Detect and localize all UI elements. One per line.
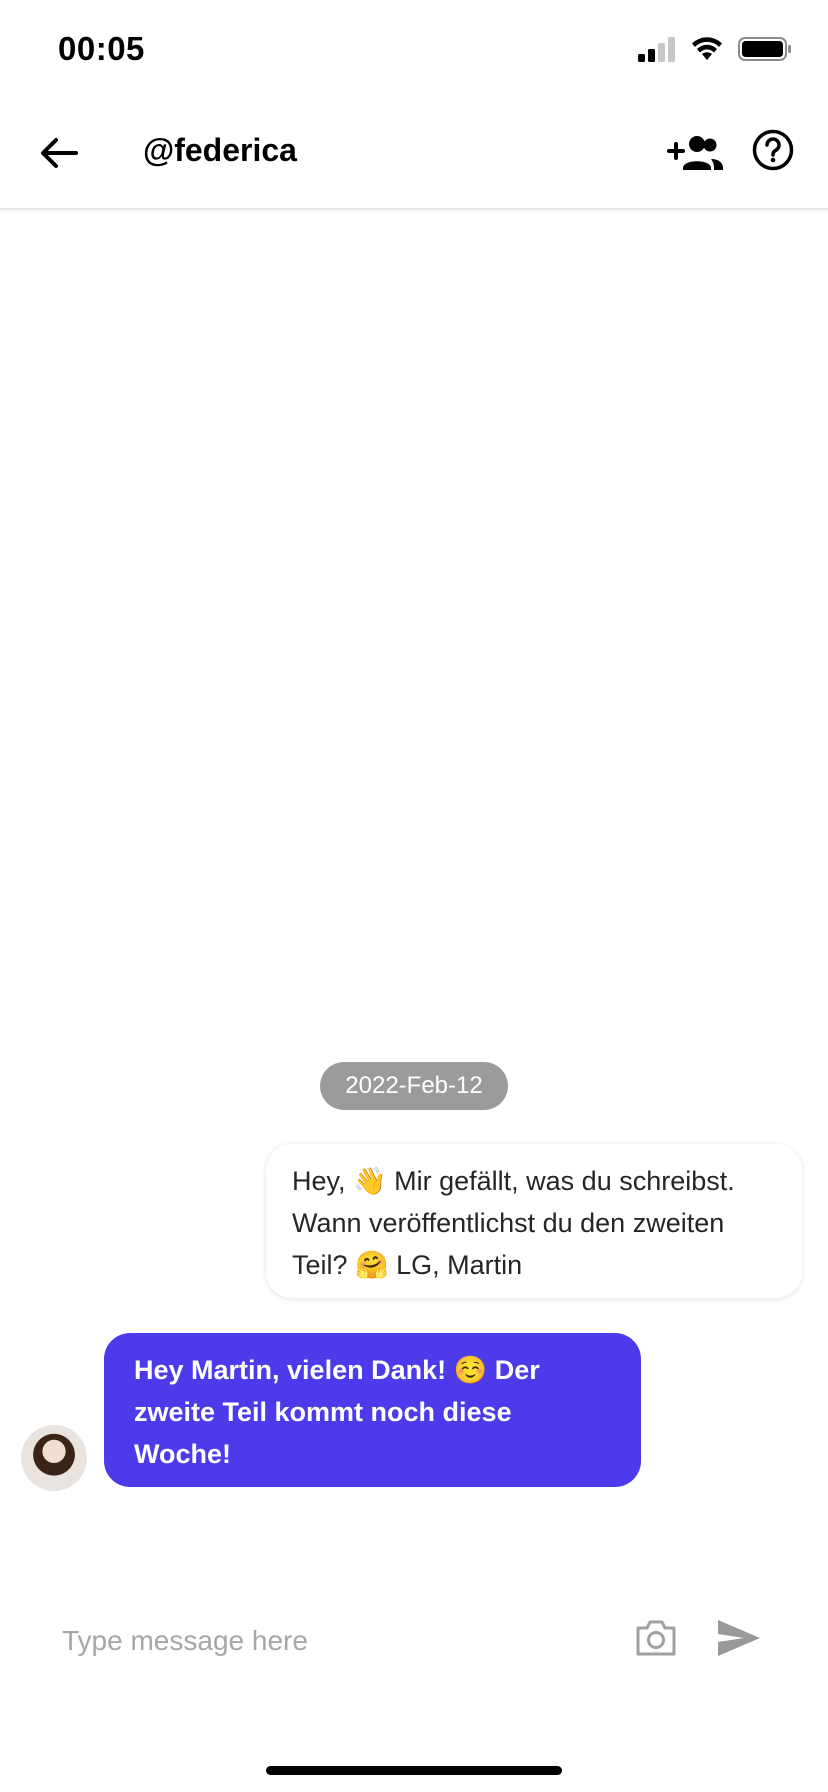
wifi-icon: [692, 37, 722, 60]
home-indicator: [266, 1766, 562, 1775]
add-friend-icon[interactable]: [667, 130, 723, 176]
message-composer: [0, 1600, 828, 1682]
date-separator: 2022-Feb-12: [320, 1062, 508, 1110]
avatar[interactable]: [21, 1425, 87, 1491]
message-text: Hey, 👋 Mir gefällt, was du schreibst. Wa…: [292, 1166, 735, 1280]
page-title: @federica: [143, 132, 297, 168]
status-icons: [638, 36, 792, 62]
signal-icon: [638, 37, 675, 62]
status-time: 00:05: [58, 30, 145, 67]
message-input[interactable]: [60, 1600, 604, 1682]
camera-icon[interactable]: [634, 1618, 678, 1658]
message-bubble-incoming[interactable]: Hey Martin, vielen Dank! ☺️ Der zweite T…: [104, 1333, 641, 1487]
back-arrow-icon[interactable]: [36, 130, 82, 176]
battery-icon: [738, 37, 791, 61]
chat-header: @federica: [0, 100, 828, 210]
message-bubble-outgoing[interactable]: Hey, 👋 Mir gefällt, was du schreibst. Wa…: [266, 1144, 802, 1298]
status-bar: 00:05: [0, 0, 828, 100]
message-text: Hey Martin, vielen Dank! ☺️ Der zweite T…: [134, 1355, 540, 1469]
send-icon[interactable]: [716, 1618, 762, 1658]
help-icon[interactable]: [752, 129, 794, 171]
